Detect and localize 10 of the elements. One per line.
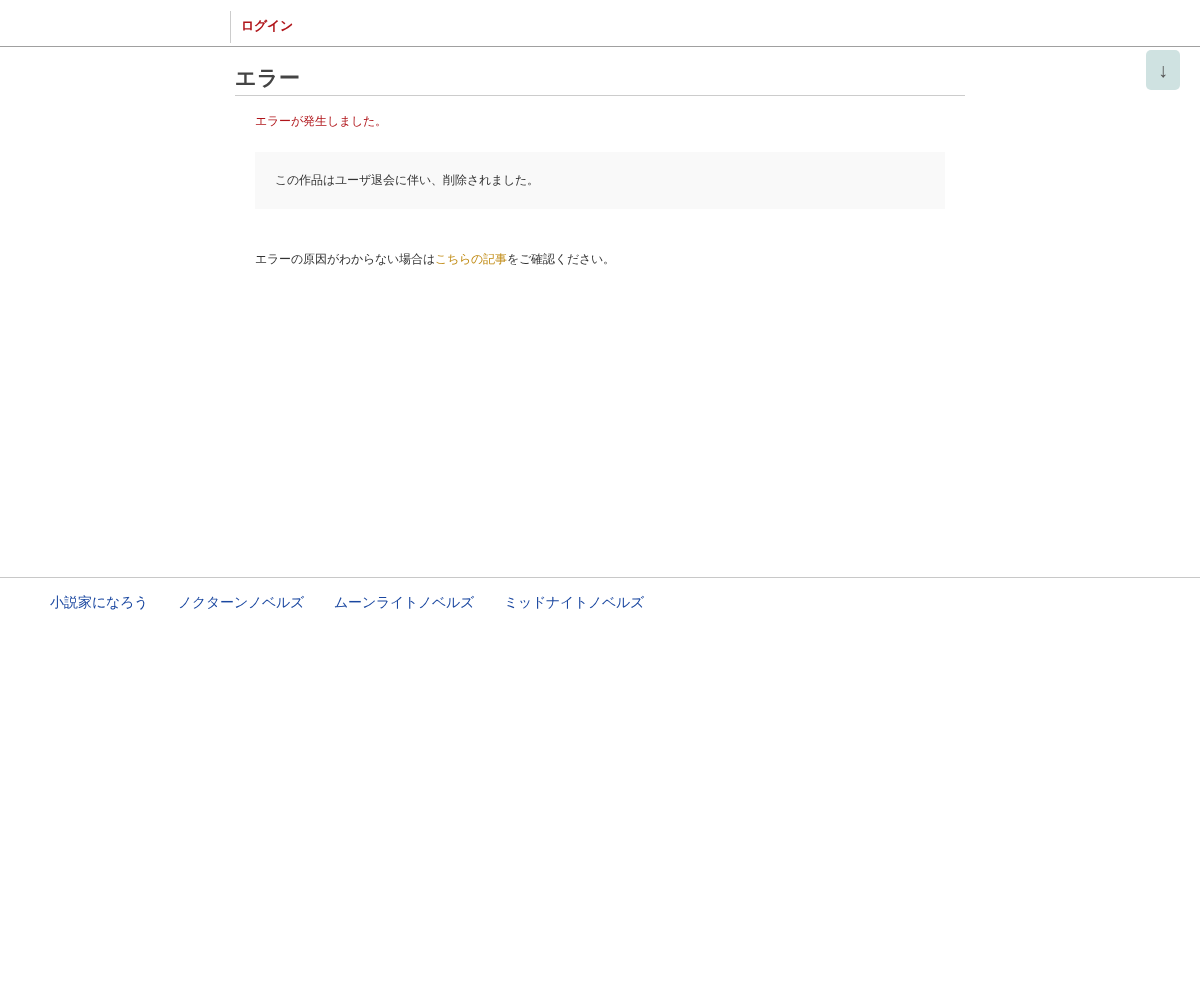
scroll-down-button[interactable]: ↓ xyxy=(1146,50,1180,90)
notice-box: この作品はユーザ退会に伴い、削除されました。 xyxy=(255,152,945,209)
error-message: エラーが発生しました。 xyxy=(255,113,388,130)
page-title: エラー xyxy=(235,64,965,96)
footer-link[interactable]: ミッドナイトノベルズ xyxy=(504,594,644,612)
help-text: エラーの原因がわからない場合はこちらの記事をご確認ください。 xyxy=(255,251,616,268)
login-link[interactable]: ログイン xyxy=(230,11,303,43)
footer-link[interactable]: 小説家になろう xyxy=(50,594,148,612)
footer-link[interactable]: ノクターンノベルズ xyxy=(178,594,304,612)
footer-link[interactable]: ムーンライトノベルズ xyxy=(334,594,474,612)
